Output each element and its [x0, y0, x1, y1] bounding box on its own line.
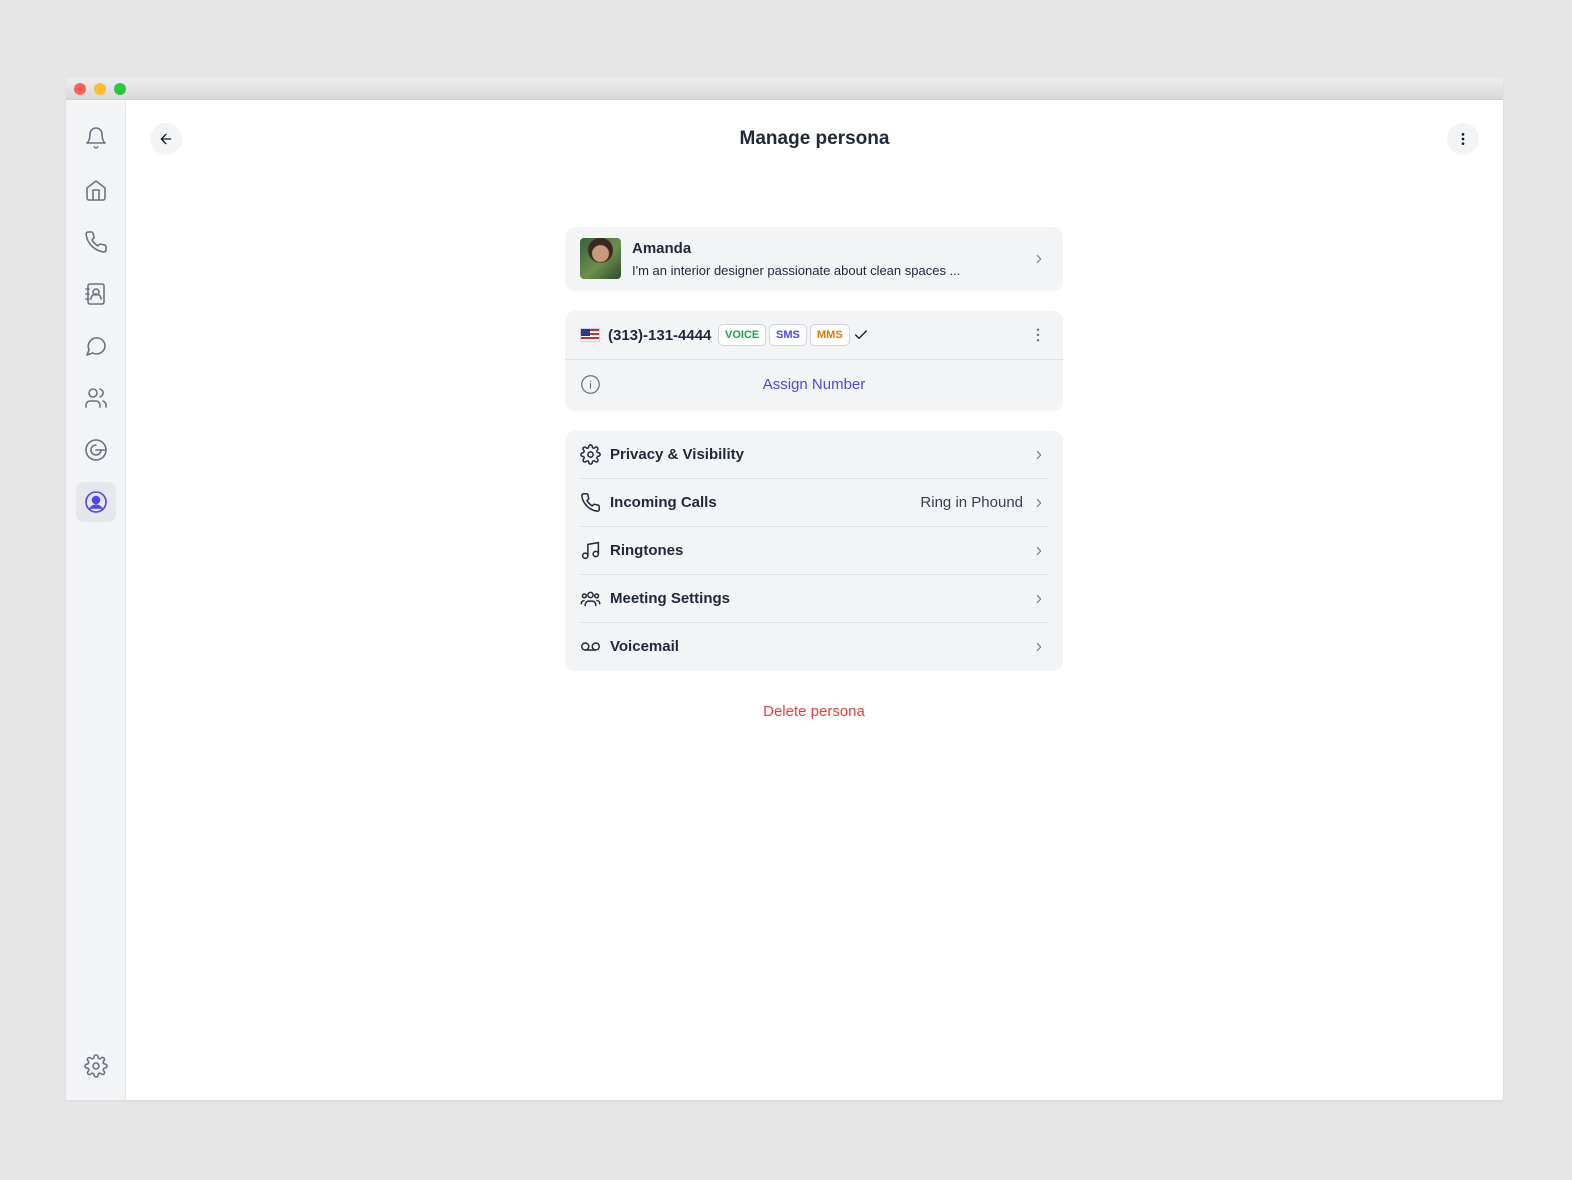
phone-icon — [580, 492, 601, 513]
more-options-button[interactable] — [1447, 123, 1479, 155]
more-vertical-icon — [1461, 133, 1465, 145]
chevron-right-icon — [1032, 544, 1046, 558]
voice-badge: VOICE — [718, 324, 767, 346]
chevron-right-icon — [1032, 448, 1046, 462]
sidebar-item-contacts[interactable] — [76, 274, 116, 314]
persona-bio: I'm an interior designer passionate abou… — [632, 263, 961, 278]
minimize-window-button[interactable] — [94, 83, 106, 95]
sidebar — [66, 100, 126, 1100]
persona-settings-list: Privacy & Visibility Incoming Calls Ring… — [565, 431, 1063, 671]
bell-icon — [86, 127, 106, 149]
phone-number-card: (313)-131-4444 VOICE SMS MMS Assign Numb… — [565, 311, 1063, 411]
main-content: Manage persona Amanda I'm an interior de… — [126, 100, 1503, 1100]
sidebar-item-team[interactable] — [76, 378, 116, 418]
persona-name: Amanda — [632, 240, 692, 257]
divider — [565, 359, 1063, 360]
chevron-right-icon — [1032, 592, 1046, 606]
chevron-right-icon — [1032, 252, 1046, 266]
title-bar — [66, 78, 1503, 100]
avatar — [580, 238, 621, 279]
sidebar-item-calls[interactable] — [76, 222, 116, 262]
voicemail-icon — [580, 636, 601, 657]
app-window: Manage persona Amanda I'm an interior de… — [66, 78, 1503, 1100]
settings-row-meeting-settings[interactable]: Meeting Settings — [580, 575, 1048, 623]
page-title: Manage persona — [739, 128, 890, 149]
mms-badge: MMS — [810, 324, 850, 346]
chevron-right-icon — [1032, 640, 1046, 654]
settings-row-voicemail[interactable]: Voicemail — [580, 623, 1048, 671]
sidebar-item-messages[interactable] — [76, 326, 116, 366]
sidebar-item-settings[interactable] — [76, 1046, 116, 1086]
settings-row-label: Ringtones — [610, 542, 684, 559]
sidebar-item-home[interactable] — [76, 170, 116, 210]
phone-number: (313)-131-4444 — [608, 327, 712, 344]
sidebar-item-notifications[interactable] — [76, 118, 116, 158]
incoming-calls-value: Ring in Phound — [920, 494, 1023, 511]
settings-row-label: Privacy & Visibility — [610, 446, 744, 463]
sms-badge: SMS — [769, 324, 807, 346]
more-vertical-icon — [1036, 328, 1040, 342]
gear-icon — [580, 444, 601, 465]
contacts-icon — [85, 283, 105, 305]
settings-row-label: Meeting Settings — [610, 590, 731, 607]
us-flag-icon — [580, 328, 600, 342]
gear-icon — [84, 1054, 108, 1078]
settings-row-label: Voicemail — [610, 638, 679, 655]
persona-profile-card[interactable]: Amanda I'm an interior designer passiona… — [565, 227, 1063, 291]
user-circle-icon — [85, 491, 107, 513]
check-icon — [853, 327, 869, 343]
close-window-button[interactable] — [74, 83, 86, 95]
music-note-icon — [580, 540, 601, 561]
chat-icon — [86, 337, 106, 356]
delete-persona-button[interactable]: Delete persona — [565, 703, 1063, 720]
users-icon — [85, 388, 107, 408]
settings-row-ringtones[interactable]: Ringtones — [580, 527, 1048, 575]
number-options-button[interactable] — [1029, 326, 1047, 344]
sidebar-item-integrations[interactable] — [76, 430, 116, 470]
zoom-window-button[interactable] — [114, 83, 126, 95]
sidebar-item-personas[interactable] — [76, 482, 116, 522]
users-icon — [580, 588, 601, 609]
settings-row-label: Incoming Calls — [610, 494, 717, 511]
home-icon — [86, 180, 106, 201]
settings-row-incoming-calls[interactable]: Incoming Calls Ring in Phound — [580, 479, 1048, 527]
phone-icon — [85, 231, 107, 253]
chevron-right-icon — [1032, 496, 1046, 510]
assign-number-link[interactable]: Assign Number — [565, 376, 1063, 393]
settings-row-privacy[interactable]: Privacy & Visibility — [580, 431, 1048, 479]
integration-icon — [85, 439, 107, 461]
